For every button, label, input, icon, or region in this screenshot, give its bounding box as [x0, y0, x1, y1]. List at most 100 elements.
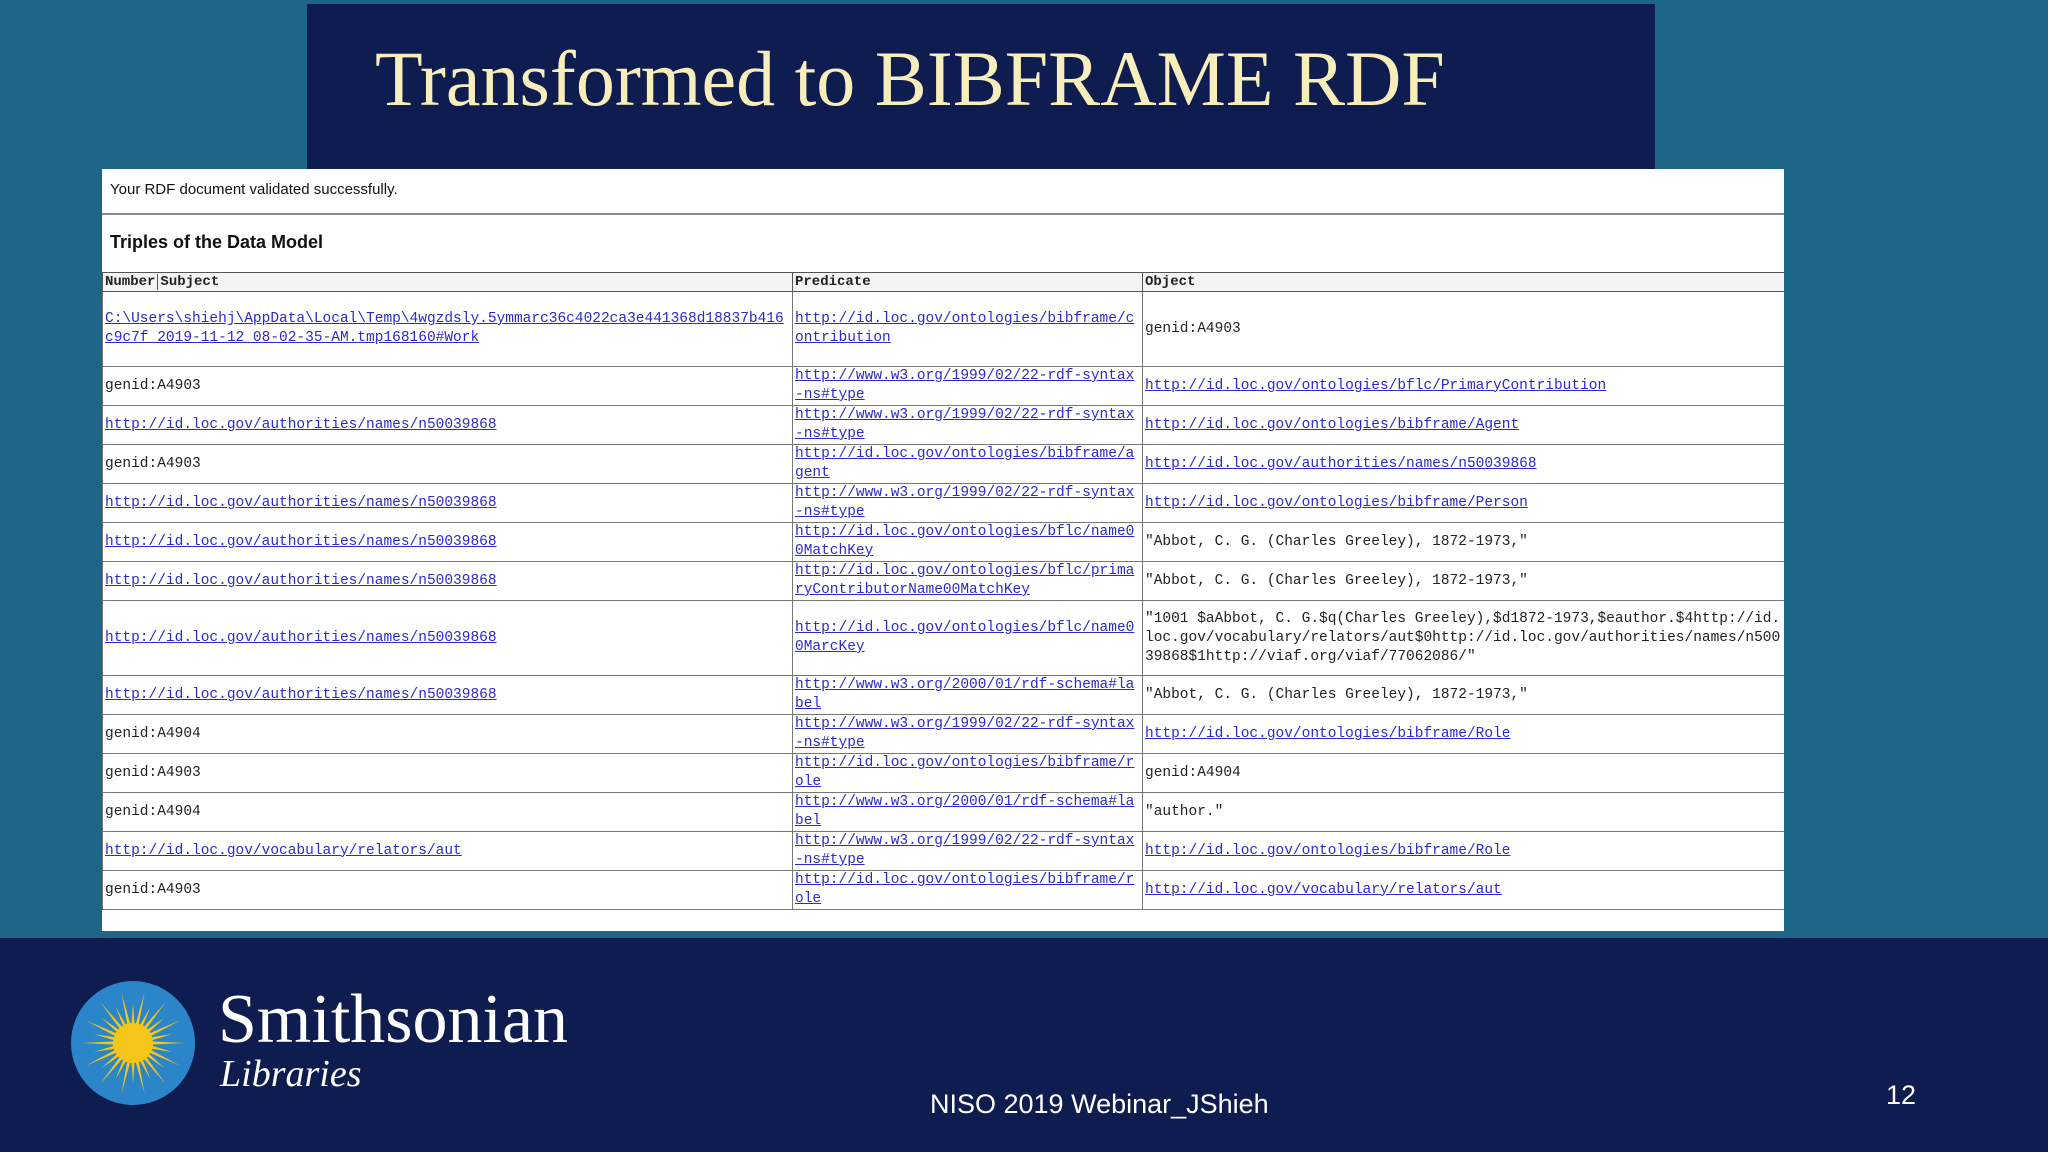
predicate-link[interactable]: http://www.w3.org/1999/02/22-rdf-syntax-… [795, 407, 1134, 442]
cell-subject: genid:A4903 [102, 870, 793, 910]
subject-value: genid:A4903 [105, 377, 201, 394]
subject-link[interactable]: http://id.loc.gov/authorities/names/n500… [105, 573, 497, 589]
subject-link[interactable]: C:\Users\shiehj\AppData\Local\Temp\4wgzd… [105, 311, 784, 346]
divider [102, 213, 1784, 215]
cell-object: http://id.loc.gov/ontologies/bflc/Primar… [1142, 366, 1784, 406]
subject-link[interactable]: http://id.loc.gov/vocabulary/relators/au… [105, 843, 462, 859]
cell-object: "Abbot, C. G. (Charles Greeley), 1872-19… [1142, 675, 1784, 715]
subject-link[interactable]: http://id.loc.gov/authorities/names/n500… [105, 495, 497, 511]
cell-predicate: http://id.loc.gov/ontologies/bibframe/co… [792, 291, 1143, 367]
column-header-number-subject: Number Subject [102, 272, 793, 292]
object-link[interactable]: http://id.loc.gov/ontologies/bibframe/Ro… [1145, 843, 1510, 859]
rdf-validator-screenshot: Your RDF document validated successfully… [102, 169, 1784, 931]
predicate-link[interactable]: http://id.loc.gov/ontologies/bibframe/ro… [795, 872, 1134, 907]
title-bar: Transformed to BIBFRAME RDF [307, 4, 1655, 169]
table-row: C:\Users\shiehj\AppData\Local\Temp\4wgzd… [102, 291, 1784, 367]
subject-link[interactable]: http://id.loc.gov/authorities/names/n500… [105, 534, 497, 550]
cell-object: http://id.loc.gov/ontologies/bibframe/Ro… [1142, 831, 1784, 871]
subject-value: genid:A4903 [105, 881, 201, 898]
predicate-link[interactable]: http://id.loc.gov/ontologies/bibframe/ro… [795, 755, 1134, 790]
footer-event-text: NISO 2019 Webinar_JShieh [930, 1089, 1269, 1119]
object-value: "1001 $aAbbot, C. G.$q(Charles Greeley),… [1145, 610, 1781, 665]
subject-link[interactable]: http://id.loc.gov/authorities/names/n500… [105, 417, 497, 433]
cell-predicate: http://www.w3.org/1999/02/22-rdf-syntax-… [792, 714, 1143, 754]
object-value: "Abbot, C. G. (Charles Greeley), 1872-19… [1145, 533, 1528, 550]
cell-predicate: http://www.w3.org/1999/02/22-rdf-syntax-… [792, 405, 1143, 445]
slide-title: Transformed to BIBFRAME RDF [375, 35, 1445, 122]
cell-subject: http://id.loc.gov/authorities/names/n500… [102, 522, 793, 562]
column-header-predicate: Predicate [792, 272, 1143, 292]
cell-predicate: http://id.loc.gov/ontologies/bflc/name00… [792, 522, 1143, 562]
object-link[interactable]: http://id.loc.gov/vocabulary/relators/au… [1145, 882, 1502, 898]
cell-subject: genid:A4903 [102, 366, 793, 406]
cell-subject: http://id.loc.gov/authorities/names/n500… [102, 405, 793, 445]
cell-predicate: http://id.loc.gov/ontologies/bflc/primar… [792, 561, 1143, 601]
predicate-link[interactable]: http://www.w3.org/1999/02/22-rdf-syntax-… [795, 833, 1134, 868]
column-number-label: Number [105, 274, 159, 290]
cell-subject: genid:A4903 [102, 444, 793, 484]
brand-name: Smithsonian [218, 981, 569, 1058]
predicate-link[interactable]: http://www.w3.org/1999/02/22-rdf-syntax-… [795, 368, 1134, 403]
predicate-link[interactable]: http://id.loc.gov/ontologies/bflc/name00… [795, 620, 1134, 655]
subject-value: genid:A4903 [105, 764, 201, 781]
page-number: 12 [1886, 1080, 1917, 1110]
cell-predicate: http://id.loc.gov/ontologies/bflc/name00… [792, 600, 1143, 676]
smithsonian-sun-logo-icon [71, 981, 195, 1105]
cell-object: http://id.loc.gov/vocabulary/relators/au… [1142, 870, 1784, 910]
table-row: genid:A4903 http://id.loc.gov/ontologies/… [102, 870, 1784, 910]
cell-subject: C:\Users\shiehj\AppData\Local\Temp\4wgzd… [102, 291, 793, 367]
object-link[interactable]: http://id.loc.gov/ontologies/bflc/Primar… [1145, 378, 1606, 394]
cell-object: "1001 $aAbbot, C. G.$q(Charles Greeley),… [1142, 600, 1784, 676]
subject-link[interactable]: http://id.loc.gov/authorities/names/n500… [105, 687, 497, 703]
object-value: "Abbot, C. G. (Charles Greeley), 1872-19… [1145, 572, 1528, 589]
subject-value: genid:A4904 [105, 725, 201, 742]
predicate-link[interactable]: http://www.w3.org/1999/02/22-rdf-syntax-… [795, 716, 1134, 751]
table-header-row: Number Subject Predicate Object [102, 272, 1784, 292]
object-link[interactable]: http://id.loc.gov/ontologies/bibframe/Ro… [1145, 726, 1510, 742]
table-row: http://id.loc.gov/authorities/names/n500… [102, 405, 1784, 445]
subject-link[interactable]: http://id.loc.gov/authorities/names/n500… [105, 630, 497, 646]
cell-object: http://id.loc.gov/ontologies/bibframe/Ro… [1142, 714, 1784, 754]
table-row: http://id.loc.gov/authorities/names/n500… [102, 522, 1784, 562]
predicate-link[interactable]: http://id.loc.gov/ontologies/bflc/name00… [795, 524, 1134, 559]
subject-value: genid:A4903 [105, 455, 201, 472]
cell-subject: genid:A4904 [102, 714, 793, 754]
cell-predicate: http://id.loc.gov/ontologies/bibframe/ag… [792, 444, 1143, 484]
table-row: http://id.loc.gov/authorities/names/n500… [102, 561, 1784, 601]
table-row: genid:A4903 http://id.loc.gov/ontologies/… [102, 444, 1784, 484]
column-subject-label: Subject [160, 274, 220, 290]
predicate-link[interactable]: http://www.w3.org/1999/02/22-rdf-syntax-… [795, 485, 1134, 520]
object-link[interactable]: http://id.loc.gov/authorities/names/n500… [1145, 456, 1537, 472]
cell-object: http://id.loc.gov/authorities/names/n500… [1142, 444, 1784, 484]
predicate-link[interactable]: http://www.w3.org/2000/01/rdf-schema#lab… [795, 794, 1134, 829]
table-row: http://id.loc.gov/authorities/names/n500… [102, 483, 1784, 523]
cell-predicate: http://id.loc.gov/ontologies/bibframe/ro… [792, 870, 1143, 910]
cell-predicate: http://www.w3.org/1999/02/22-rdf-syntax-… [792, 831, 1143, 871]
table-row: genid:A4904 http://www.w3.org/2000/01/rdf… [102, 792, 1784, 832]
table-row: genid:A4903 http://id.loc.gov/ontologies/… [102, 753, 1784, 793]
predicate-link[interactable]: http://id.loc.gov/ontologies/bibframe/co… [795, 311, 1134, 346]
object-link[interactable]: http://id.loc.gov/ontologies/bibframe/Pe… [1145, 495, 1528, 511]
triples-table: Number Subject Predicate Object C:\Users\… [102, 272, 1784, 910]
object-link[interactable]: http://id.loc.gov/ontologies/bibframe/Ag… [1145, 417, 1519, 433]
cell-object: http://id.loc.gov/ontologies/bibframe/Pe… [1142, 483, 1784, 523]
predicate-link[interactable]: http://www.w3.org/2000/01/rdf-schema#lab… [795, 677, 1134, 712]
cell-subject: genid:A4904 [102, 792, 793, 832]
cell-object: genid:A4904 [1142, 753, 1784, 793]
cell-predicate: http://id.loc.gov/ontologies/bibframe/ro… [792, 753, 1143, 793]
table-row: http://id.loc.gov/authorities/names/n500… [102, 600, 1784, 676]
cell-subject: http://id.loc.gov/authorities/names/n500… [102, 561, 793, 601]
cell-object: "Abbot, C. G. (Charles Greeley), 1872-19… [1142, 522, 1784, 562]
table-row: http://id.loc.gov/authorities/names/n500… [102, 675, 1784, 715]
object-value: "author." [1145, 803, 1224, 820]
table-row: genid:A4903 http://www.w3.org/1999/02/22-… [102, 366, 1784, 406]
cell-predicate: http://www.w3.org/2000/01/rdf-schema#lab… [792, 792, 1143, 832]
predicate-link[interactable]: http://id.loc.gov/ontologies/bflc/primar… [795, 563, 1134, 598]
object-value: "Abbot, C. G. (Charles Greeley), 1872-19… [1145, 686, 1528, 703]
predicate-link[interactable]: http://id.loc.gov/ontologies/bibframe/ag… [795, 446, 1134, 481]
cell-subject: http://id.loc.gov/authorities/names/n500… [102, 483, 793, 523]
column-header-object: Object [1142, 272, 1784, 292]
cell-predicate: http://www.w3.org/2000/01/rdf-schema#lab… [792, 675, 1143, 715]
cell-object: http://id.loc.gov/ontologies/bibframe/Ag… [1142, 405, 1784, 445]
table-heading: Triples of the Data Model [110, 232, 324, 252]
